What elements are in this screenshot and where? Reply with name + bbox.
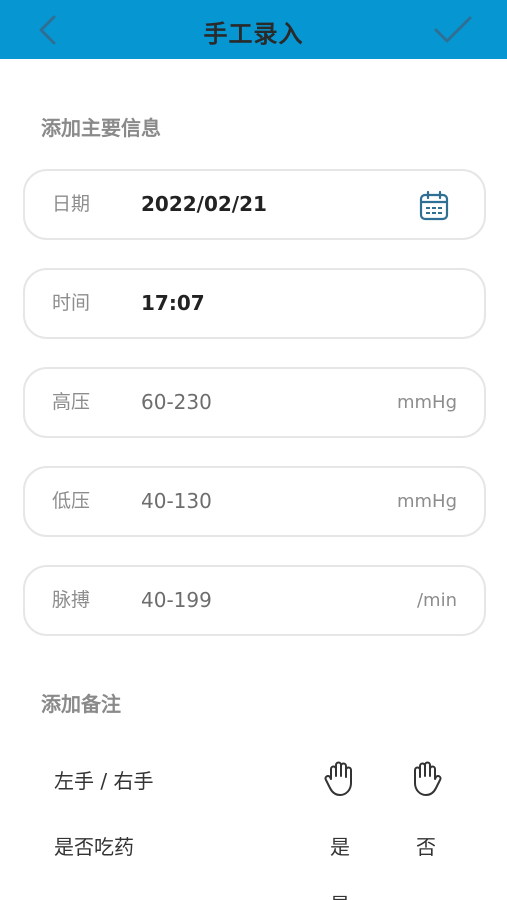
pulse-label: 脉搏 bbox=[52, 589, 91, 611]
third-row-yes-option[interactable]: 是 bbox=[320, 889, 360, 900]
app-header: 手工录入 bbox=[0, 0, 507, 59]
confirm-button[interactable] bbox=[430, 12, 476, 48]
left-hand-icon[interactable] bbox=[323, 759, 357, 797]
medication-no-option[interactable]: 否 bbox=[406, 831, 446, 860]
date-value: 2022/02/21 bbox=[141, 192, 267, 216]
time-value: 17:07 bbox=[141, 291, 205, 315]
pulse-unit: /min bbox=[416, 590, 457, 611]
date-label: 日期 bbox=[52, 193, 91, 215]
time-field[interactable]: 时间 17:07 bbox=[23, 268, 486, 339]
pulse-input[interactable]: 40-199 bbox=[141, 567, 212, 634]
notes-section-title: 添加备注 bbox=[41, 692, 121, 716]
diastolic-input[interactable]: 40-130 bbox=[141, 468, 212, 535]
time-label: 时间 bbox=[52, 292, 91, 314]
hand-row-label: 左手 / 右手 bbox=[54, 769, 154, 793]
right-hand-icon[interactable] bbox=[409, 759, 443, 797]
medication-yes-option[interactable]: 是 bbox=[320, 831, 360, 860]
systolic-field[interactable]: 高压 60-230 mmHg bbox=[23, 367, 486, 438]
systolic-unit: mmHg bbox=[396, 392, 457, 413]
systolic-input[interactable]: 60-230 bbox=[141, 369, 212, 436]
diastolic-unit: mmHg bbox=[396, 491, 457, 512]
calendar-icon[interactable] bbox=[418, 190, 450, 222]
main-info-section-title: 添加主要信息 bbox=[41, 116, 161, 140]
medication-row-label: 是否吃药 bbox=[54, 835, 134, 859]
diastolic-label: 低压 bbox=[52, 490, 91, 512]
date-field[interactable]: 日期 2022/02/21 bbox=[23, 169, 486, 240]
diastolic-field[interactable]: 低压 40-130 mmHg bbox=[23, 466, 486, 537]
systolic-label: 高压 bbox=[52, 391, 91, 413]
pulse-field[interactable]: 脉搏 40-199 /min bbox=[23, 565, 486, 636]
check-icon bbox=[434, 16, 472, 43]
